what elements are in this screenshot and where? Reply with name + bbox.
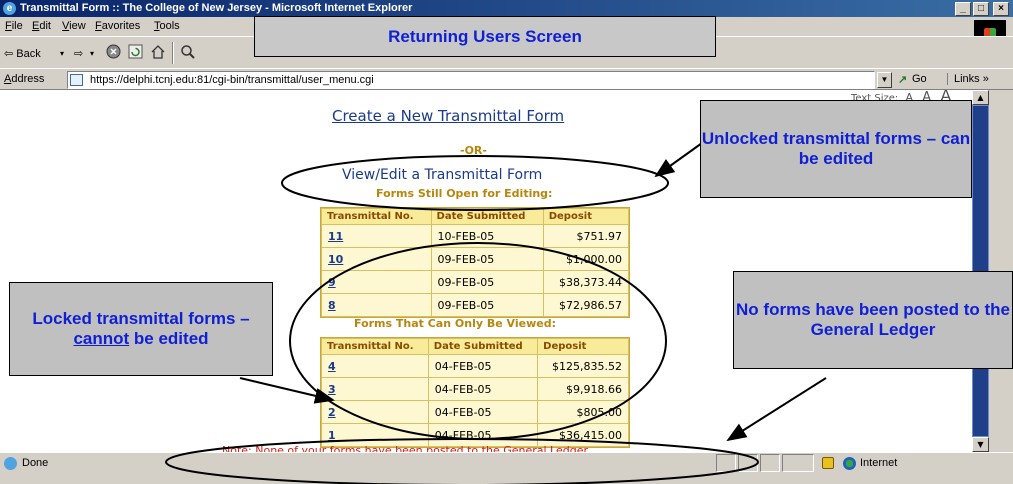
transmittal-number-link[interactable]: 10 — [328, 253, 343, 266]
column-header: Deposit — [538, 339, 628, 354]
open-forms-title: Forms Still Open for Editing: — [376, 187, 553, 200]
view-only-forms-title: Forms That Can Only Be Viewed: — [354, 317, 556, 330]
view-only-forms-table: Transmittal No. Date Submitted Deposit 4… — [320, 337, 630, 448]
unlocked-forms-callout: Unlocked transmittal forms – can be edit… — [700, 100, 972, 198]
transmittal-number-link[interactable]: 2 — [328, 406, 336, 419]
status-pane — [738, 454, 758, 472]
column-header: Deposit — [543, 209, 628, 224]
menu-favorites[interactable]: Favorites — [95, 20, 140, 32]
home-icon[interactable] — [150, 44, 166, 62]
address-label: Address — [4, 73, 45, 85]
create-transmittal-link[interactable]: Create a New Transmittal Form — [332, 107, 564, 125]
lock-icon[interactable] — [822, 457, 834, 469]
transmittal-number-link[interactable]: 3 — [328, 383, 336, 396]
back-button[interactable]: ⇦ Back — [4, 47, 41, 60]
table-row: 11 10-FEB-05 $751.97 — [322, 225, 628, 247]
window-title: Transmittal Form :: The College of New J… — [20, 2, 413, 14]
transmittal-number-link[interactable]: 8 — [328, 299, 336, 312]
column-header: Date Submitted — [431, 209, 543, 224]
returning-users-banner: Returning Users Screen — [254, 16, 716, 57]
locked-callout-prefix: Locked transmittal forms – — [32, 309, 250, 329]
window-title-bar[interactable]: e Transmittal Form :: The College of New… — [0, 0, 1013, 17]
scroll-down-icon[interactable]: ▼ — [972, 437, 989, 452]
table-row: 8 09-FEB-05 $72,986.57 — [322, 294, 628, 316]
date-cell: 09-FEB-05 — [431, 294, 543, 316]
maximize-button[interactable]: □ — [973, 2, 989, 16]
back-dropdown-icon[interactable]: ▾ — [60, 49, 64, 58]
menu-edit[interactable]: Edit — [32, 20, 51, 32]
transmittal-number-link[interactable]: 1 — [328, 429, 336, 442]
deposit-cell: $125,835.52 — [538, 355, 628, 377]
view-edit-heading: View/Edit a Transmittal Form — [342, 167, 543, 183]
links-button[interactable]: Links » — [947, 73, 989, 85]
locked-callout-suffix: be edited — [129, 329, 209, 348]
address-dropdown-icon[interactable]: ▼ — [877, 72, 892, 88]
deposit-cell: $72,986.57 — [543, 294, 628, 316]
close-button[interactable]: × — [993, 2, 1009, 16]
date-cell: 04-FEB-05 — [428, 378, 538, 400]
status-pane — [716, 454, 736, 472]
toolbar-separator — [172, 42, 174, 64]
deposit-cell: $751.97 — [543, 225, 628, 247]
internet-zone-icon — [843, 457, 856, 470]
date-cell: 09-FEB-05 — [431, 271, 543, 293]
column-header: Transmittal No. — [322, 339, 428, 354]
table-header-row: Transmittal No. Date Submitted Deposit — [322, 339, 628, 354]
transmittal-number-link[interactable]: 4 — [328, 360, 336, 373]
search-icon[interactable] — [180, 44, 196, 63]
forward-button[interactable]: ⇨ — [74, 47, 83, 60]
table-row: 10 09-FEB-05 $1,000.00 — [322, 248, 628, 270]
no-forms-posted-callout: No forms have been posted to the General… — [733, 271, 1013, 369]
table-header-row: Transmittal No. Date Submitted Deposit — [322, 209, 628, 224]
page-done-icon — [4, 457, 17, 470]
locked-forms-callout: Locked transmittal forms – cannot be edi… — [9, 282, 273, 376]
date-cell: 09-FEB-05 — [431, 248, 543, 270]
scroll-up-icon[interactable]: ▲ — [972, 90, 989, 105]
deposit-cell: $1,000.00 — [543, 248, 628, 270]
page-icon — [70, 74, 83, 86]
status-pane — [782, 454, 814, 472]
table-row: 3 04-FEB-05 $9,918.66 — [322, 378, 628, 400]
transmittal-number-link[interactable]: 9 — [328, 276, 336, 289]
menu-file[interactable]: File — [5, 20, 23, 32]
go-arrow-icon[interactable]: ↗ — [898, 73, 907, 86]
column-header: Date Submitted — [428, 339, 538, 354]
minimize-button[interactable]: _ — [955, 2, 971, 16]
table-row: 4 04-FEB-05 $125,835.52 — [322, 355, 628, 377]
deposit-cell: $805.00 — [538, 401, 628, 423]
menu-tools[interactable]: Tools — [154, 20, 180, 32]
transmittal-number-link[interactable]: 11 — [328, 230, 343, 243]
address-input[interactable]: https://delphi.tcnj.edu:81/cgi-bin/trans… — [67, 71, 875, 89]
table-row: 9 09-FEB-05 $38,373.44 — [322, 271, 628, 293]
status-text: Done — [22, 457, 49, 469]
deposit-cell: $9,918.66 — [538, 378, 628, 400]
date-cell: 04-FEB-05 — [428, 355, 538, 377]
forward-dropdown-icon[interactable]: ▾ — [90, 49, 94, 58]
refresh-icon[interactable] — [128, 44, 143, 62]
or-separator: -OR- — [460, 144, 487, 157]
address-bar: Address https://delphi.tcnj.edu:81/cgi-b… — [0, 68, 1013, 90]
stop-icon[interactable] — [106, 44, 121, 62]
date-cell: 10-FEB-05 — [431, 225, 543, 247]
menu-view[interactable]: View — [62, 20, 86, 32]
status-pane — [760, 454, 780, 472]
date-cell: 04-FEB-05 — [428, 424, 538, 446]
date-cell: 04-FEB-05 — [428, 401, 538, 423]
column-header: Transmittal No. — [322, 209, 431, 224]
internet-explorer-icon: e — [3, 2, 16, 15]
open-forms-table: Transmittal No. Date Submitted Deposit 1… — [320, 207, 630, 318]
locked-callout-emphasis: cannot — [73, 329, 130, 348]
deposit-cell: $36,415.00 — [538, 424, 628, 446]
table-row: 2 04-FEB-05 $805.00 — [322, 401, 628, 423]
general-ledger-note: Note: None of your forms have been poste… — [222, 444, 591, 452]
deposit-cell: $38,373.44 — [543, 271, 628, 293]
status-bar: Done Internet — [0, 452, 1013, 484]
security-zone-label: Internet — [860, 457, 898, 469]
go-label[interactable]: Go — [912, 73, 927, 85]
table-row: 1 04-FEB-05 $36,415.00 — [322, 424, 628, 446]
